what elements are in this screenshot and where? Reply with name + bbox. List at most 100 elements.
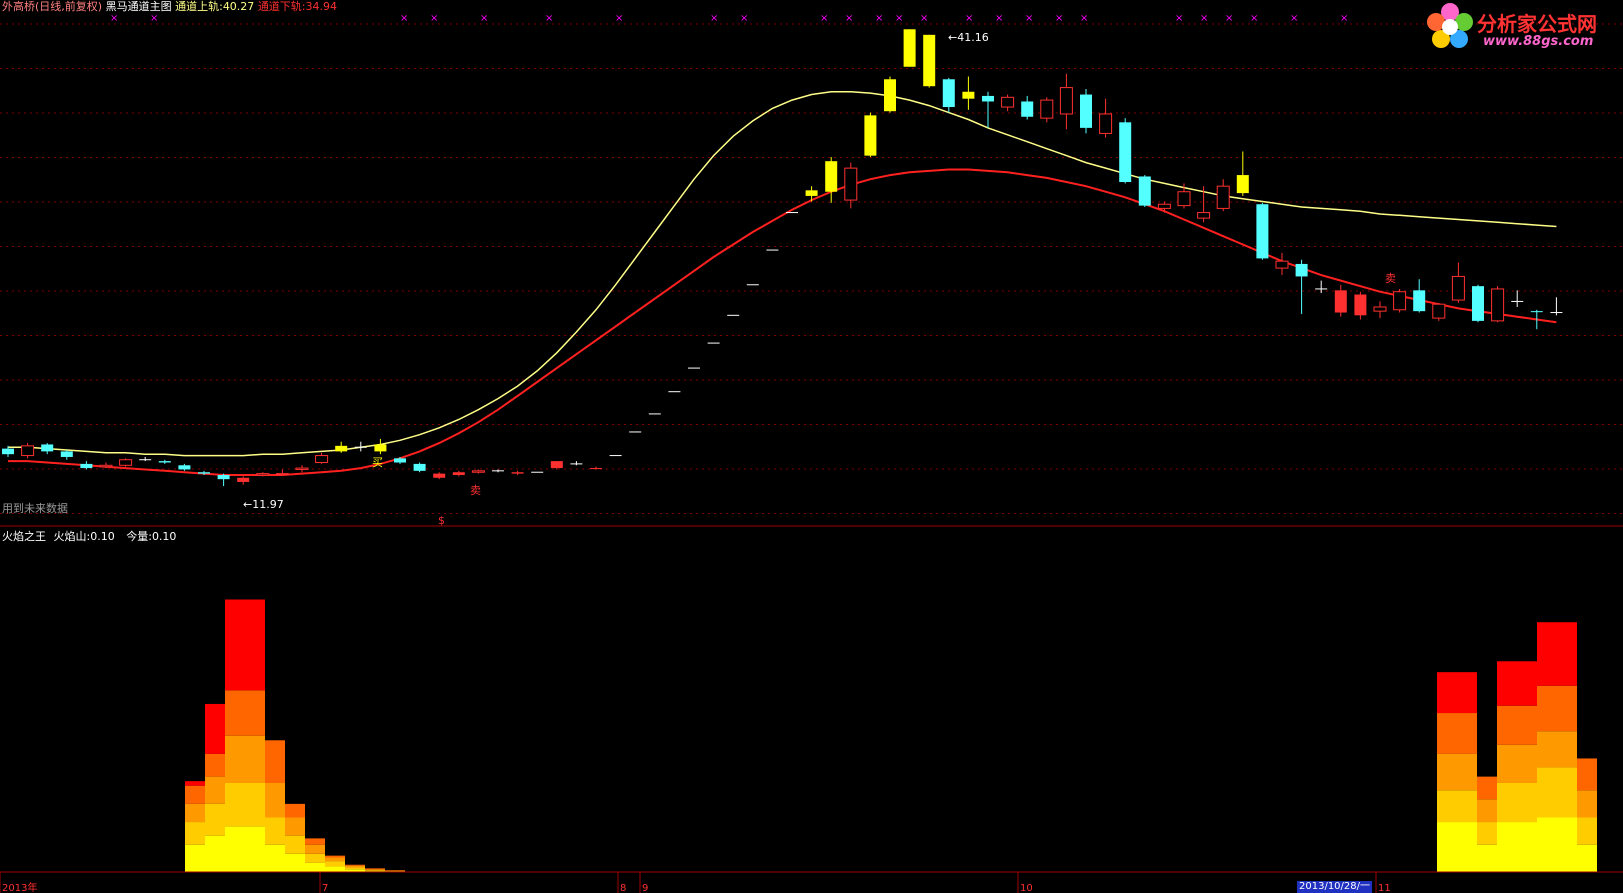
candle [335,441,348,453]
candle-body [1099,113,1113,134]
signal-marker: × [820,13,828,24]
flame-layer [225,826,265,872]
subchart-title: 火焰之王 [2,530,46,543]
candle-body [1197,212,1211,219]
signal-marker: × [895,13,903,24]
candle [139,456,152,462]
candle-body [256,473,270,476]
candle [21,443,35,459]
candle [982,91,994,128]
candle [825,157,838,203]
lower-band-label: 通道下轨: [257,0,306,13]
candle [452,470,465,477]
flower-icon [1427,3,1473,48]
sell-signal: 卖 [1385,272,1396,285]
candle-body [884,79,896,112]
flame-layer [205,753,225,777]
candle-body [413,463,426,471]
candle-body [1451,275,1465,301]
candle-body [99,464,113,468]
flame-layer [265,817,285,845]
candle-body [1119,122,1132,183]
candle-body [1138,176,1151,206]
candle [1236,151,1249,196]
flame-layer [1477,799,1497,823]
signal-marker: × [1250,13,1258,24]
flame-layer [325,866,345,872]
candle-body [1216,185,1230,209]
candle [1550,297,1563,316]
flame-layer [1537,622,1577,686]
chart-stage[interactable]: × × × × × × × × × × × × × × × × × × × × × × × × × ←11.97 ←41.16 买卖卖… [0,0,1623,893]
candle-body [590,468,602,470]
signal-marker: × [995,13,1003,24]
flame-layer [1477,776,1497,800]
flame-layer [1577,790,1597,818]
candle-body [1393,291,1407,311]
candle [1491,286,1505,323]
flame-layer [265,782,285,818]
candle-body [1040,99,1054,119]
flame-bar [1497,661,1537,872]
flame-layer [1537,817,1577,872]
flame-layer [1577,817,1597,845]
signal-marker: × [1290,13,1298,24]
candle [1413,279,1426,313]
candle-body [335,445,348,452]
candle [1040,97,1054,123]
candle-body [923,34,936,87]
flame-layer [345,864,365,866]
flame-layer [1437,753,1477,791]
flame-layer [185,785,205,804]
flame-layer [325,861,345,867]
signal-marker: × [920,13,928,24]
candle-body [1295,263,1308,277]
signal-marker: × [1340,13,1348,24]
future-data-note: 用到未来数据 [2,502,68,515]
candle [1080,88,1092,134]
candle-body [198,472,210,474]
flame-layer [1497,705,1537,745]
x-axis-label: 2013年 [2,881,37,893]
volume-value: 0.10 [151,530,177,543]
flame-bar [345,864,365,872]
flame-layer [285,803,305,818]
candle-body [1354,294,1367,316]
high-price-label: ←41.16 [948,31,989,44]
candle-body [471,470,485,473]
flame-bar [205,703,225,872]
candle [550,461,563,470]
stock-name: 外高桥(日线,前复权) [2,0,103,13]
flame-layer [1477,822,1497,845]
flame-layer [1577,758,1597,791]
candle [471,469,485,474]
flame-bar [225,599,265,872]
flame-layer [205,776,225,804]
signal-marker: × [110,13,118,24]
candle [1119,118,1132,184]
flame-layer [365,869,385,871]
flame-layer [225,690,265,736]
flame-layer [185,822,205,845]
candle [590,466,602,470]
candle [1197,186,1211,223]
flame-layer [305,862,325,872]
signal-marker: × [875,13,883,24]
candle [942,77,955,113]
candle [217,473,230,487]
flame-layer [185,781,205,786]
flame-layer [185,844,205,872]
candle [903,29,916,67]
flame-bar [185,781,205,872]
flame-layer [1537,685,1577,732]
candle [119,458,133,467]
candle-body [1001,96,1015,108]
candle-body [2,448,14,455]
candlestick-chart[interactable]: × × × × × × × × × × × × × × × × × × × × × × × × ×←11.97←41.16买卖卖… [0,0,1623,893]
flame-layer [1497,744,1537,783]
candle-body [21,445,35,457]
candle-body [178,465,191,470]
candle [864,112,877,158]
candle-body [844,167,858,201]
candle-body [805,190,818,196]
